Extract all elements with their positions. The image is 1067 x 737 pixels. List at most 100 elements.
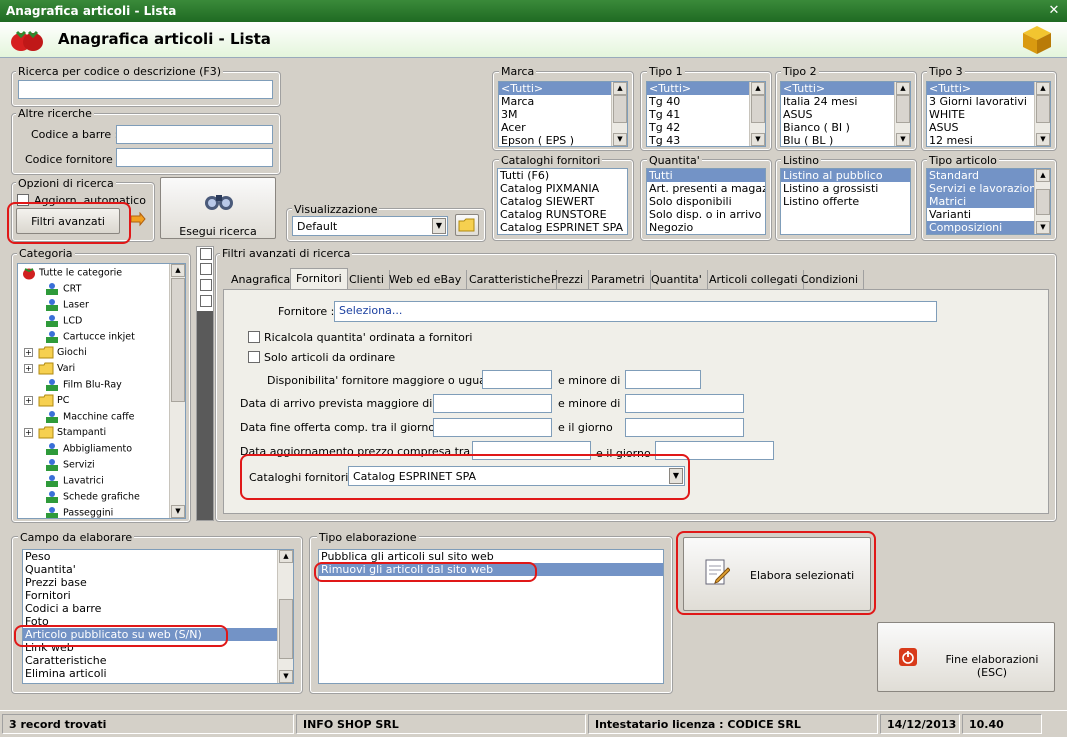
marca-item[interactable]: Epson ( EPS ) (499, 134, 627, 146)
row-checkbox-2[interactable] (200, 263, 212, 275)
tipo2-item[interactable]: ASUS (781, 108, 910, 121)
scroll-up-icon[interactable]: ▲ (279, 550, 293, 563)
execute-search-button[interactable]: Esegui ricerca (160, 177, 276, 239)
fornitore-input[interactable]: Seleziona... (334, 301, 937, 322)
tipo3-item[interactable]: <Tutti> (927, 82, 1050, 95)
tipo1-item[interactable]: <Tutti> (647, 82, 765, 95)
scroll-up-icon[interactable]: ▲ (613, 82, 627, 95)
disp-max-input[interactable] (625, 370, 701, 389)
marca-item[interactable]: Marca (499, 95, 627, 108)
expand-icon[interactable]: + (24, 396, 33, 405)
tipoart-item[interactable]: Servizi e lavorazioni (927, 182, 1050, 195)
tab-quantita-[interactable]: Quantita' (646, 270, 708, 290)
campo-item[interactable]: Codici a barre (23, 602, 293, 615)
scroll-down-icon[interactable]: ▼ (613, 133, 627, 146)
disp-min-input[interactable] (482, 370, 552, 389)
fine-offerta-from-input[interactable] (433, 418, 552, 437)
close-icon[interactable]: ✕ (1046, 3, 1062, 19)
tipoart-list[interactable]: Standard Servizi e lavorazioni Matrici Vari… (926, 168, 1051, 235)
scrollbar[interactable]: ▲ ▼ (611, 82, 627, 146)
scrollbar[interactable]: ▲ ▼ (894, 82, 910, 146)
fine-offerta-to-input[interactable] (625, 418, 744, 437)
marca-item[interactable]: <Tutti> (499, 82, 627, 95)
scroll-up-icon[interactable]: ▲ (1036, 169, 1050, 182)
quantita-item[interactable]: Solo disp. o in arrivo (647, 208, 765, 221)
tipo1-item[interactable]: Tg 41 (647, 108, 765, 121)
scroll-down-icon[interactable]: ▼ (1036, 133, 1050, 146)
tipo2-item[interactable]: Italia 24 mesi (781, 95, 910, 108)
row-checkbox-1[interactable] (200, 248, 212, 260)
scroll-down-icon[interactable]: ▼ (751, 133, 765, 146)
tipoart-item[interactable]: Standard (927, 169, 1050, 182)
scrollbar[interactable]: ▲ ▼ (277, 550, 293, 683)
scroll-up-icon[interactable]: ▲ (896, 82, 910, 95)
tree-node[interactable]: Lavatrici (42, 474, 104, 487)
visualizzazione-select[interactable]: Default ▼ (292, 216, 448, 236)
tipo2-item[interactable]: Bianco ( BI ) (781, 121, 910, 134)
tab-condizioni[interactable]: Condizioni (796, 270, 865, 290)
tipo2-item[interactable]: Blu ( BL ) (781, 134, 910, 146)
barcode-input[interactable] (116, 125, 273, 144)
scroll-up-icon[interactable]: ▲ (1036, 82, 1050, 95)
scrollbar[interactable]: ▲ ▼ (1034, 82, 1050, 146)
tab-anagrafica[interactable]: Anagrafica (226, 270, 297, 290)
tipo1-item[interactable]: Tg 42 (647, 121, 765, 134)
tab-articoli-collegati[interactable]: Articoli collegati (704, 270, 804, 290)
tipo3-item[interactable]: 12 mesi (927, 134, 1050, 146)
campo-item[interactable]: Peso (23, 550, 293, 563)
cataloghi-list[interactable]: Tutti (F6) Catalog PIXMANIA Catalog SIEWER… (497, 168, 628, 235)
category-tree[interactable]: Tutte le categorie CRT Laser LCD Cartucc… (17, 263, 186, 519)
tab-fornitori[interactable]: Fornitori (290, 268, 348, 290)
fine-button[interactable]: Fine elaborazioni (ESC) (877, 622, 1055, 692)
cataloghi-item[interactable]: Catalog RUNSTORE (498, 208, 627, 221)
cataloghi-item[interactable]: Catalog ESPRINET SPA (498, 221, 627, 234)
scroll-up-icon[interactable]: ▲ (751, 82, 765, 95)
search-input[interactable] (18, 80, 273, 99)
ricalcola-checkbox[interactable] (248, 331, 260, 343)
tree-node[interactable]: Servizi (42, 458, 95, 471)
quantita-item[interactable]: Art. presenti a magazzino (647, 182, 765, 195)
listino-item[interactable]: Listino al pubblico (781, 169, 910, 182)
tipoart-item[interactable]: Matrici (927, 195, 1050, 208)
campo-item[interactable]: Caratteristiche (23, 654, 293, 667)
scroll-up-icon[interactable]: ▲ (171, 264, 185, 277)
tipo1-item[interactable]: Tg 40 (647, 95, 765, 108)
tree-node[interactable]: Tutte le categorie (20, 266, 122, 280)
cataloghi-item[interactable]: Catalog SIEWERT (498, 195, 627, 208)
tree-node[interactable]: LCD (42, 314, 82, 327)
scroll-thumb[interactable] (1036, 95, 1050, 123)
tipoart-item[interactable]: Composizioni (927, 221, 1050, 234)
tree-node[interactable]: Schede grafiche (42, 490, 140, 503)
tipo2-item[interactable]: <Tutti> (781, 82, 910, 95)
expand-icon[interactable]: + (24, 364, 33, 373)
tree-node[interactable]: + Stampanti (24, 426, 106, 439)
row-checkbox-3[interactable] (200, 279, 212, 291)
tree-node[interactable]: Cartucce inkjet (42, 330, 135, 343)
quantita-item[interactable]: Solo disponibili (647, 195, 765, 208)
scroll-down-icon[interactable]: ▼ (1036, 221, 1050, 234)
quantita-item[interactable]: Tutti (647, 169, 765, 182)
tab-caratteristiche[interactable]: Caratteristiche (464, 270, 557, 290)
tipoart-item[interactable]: Varianti (927, 208, 1050, 221)
scroll-down-icon[interactable]: ▼ (279, 670, 293, 683)
tree-node[interactable]: + Vari (24, 362, 75, 375)
tipo2-list[interactable]: <Tutti> Italia 24 mesi ASUS Bianco ( BI ) Bl… (780, 81, 911, 147)
scroll-thumb[interactable] (613, 95, 627, 123)
tipo3-item[interactable]: WHITE (927, 108, 1050, 121)
tab-parametri[interactable]: Parametri (586, 270, 651, 290)
marca-list[interactable]: <Tutti> Marca 3M Acer Epson ( EPS ) ▲ ▼ (498, 81, 628, 147)
scroll-thumb[interactable] (171, 278, 185, 402)
campo-item[interactable]: Elimina articoli (23, 667, 293, 680)
expand-icon[interactable]: + (24, 348, 33, 357)
tree-node[interactable]: + Giochi (24, 346, 87, 359)
cataloghi-item[interactable]: Catalog PIXMANIA (498, 182, 627, 195)
cataloghi-item[interactable]: Tutti (F6) (498, 169, 627, 182)
tipo1-item[interactable]: Tg 43 (647, 134, 765, 146)
listino-item[interactable]: Listino a grossisti (781, 182, 910, 195)
tab-web-ed-ebay[interactable]: Web ed eBay (384, 270, 468, 290)
tree-scrollbar[interactable]: ▲ ▼ (169, 264, 185, 518)
tipo3-item[interactable]: ASUS (927, 121, 1050, 134)
scrollbar[interactable]: ▲ ▼ (1034, 169, 1050, 234)
expand-icon[interactable]: + (24, 428, 33, 437)
tipo3-list[interactable]: <Tutti> 3 Giorni lavorativi WHITE ASUS 12 me… (926, 81, 1051, 147)
